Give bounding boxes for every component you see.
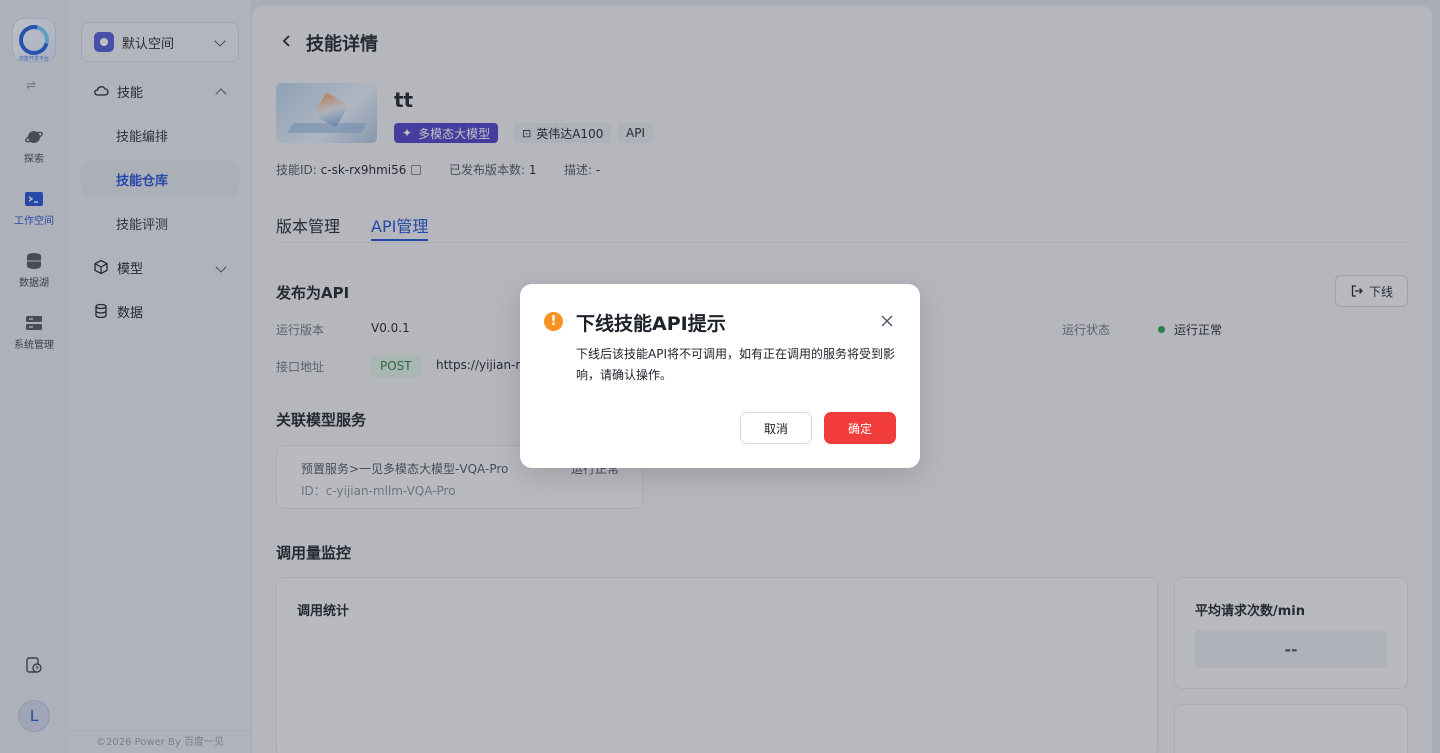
offline-confirm-dialog: ! 下线技能API提示 下线后该技能API将不可调用，如有正在调用的服务将受到影…: [520, 284, 920, 468]
close-icon[interactable]: [878, 312, 896, 330]
cancel-button[interactable]: 取消: [740, 412, 812, 444]
confirm-button[interactable]: 确定: [824, 412, 896, 444]
dialog-title: 下线技能API提示: [576, 313, 726, 335]
dialog-message: 下线后该技能API将不可调用，如有正在调用的服务将受到影响，请确认操作。: [576, 347, 895, 382]
warning-icon: !: [544, 312, 563, 331]
